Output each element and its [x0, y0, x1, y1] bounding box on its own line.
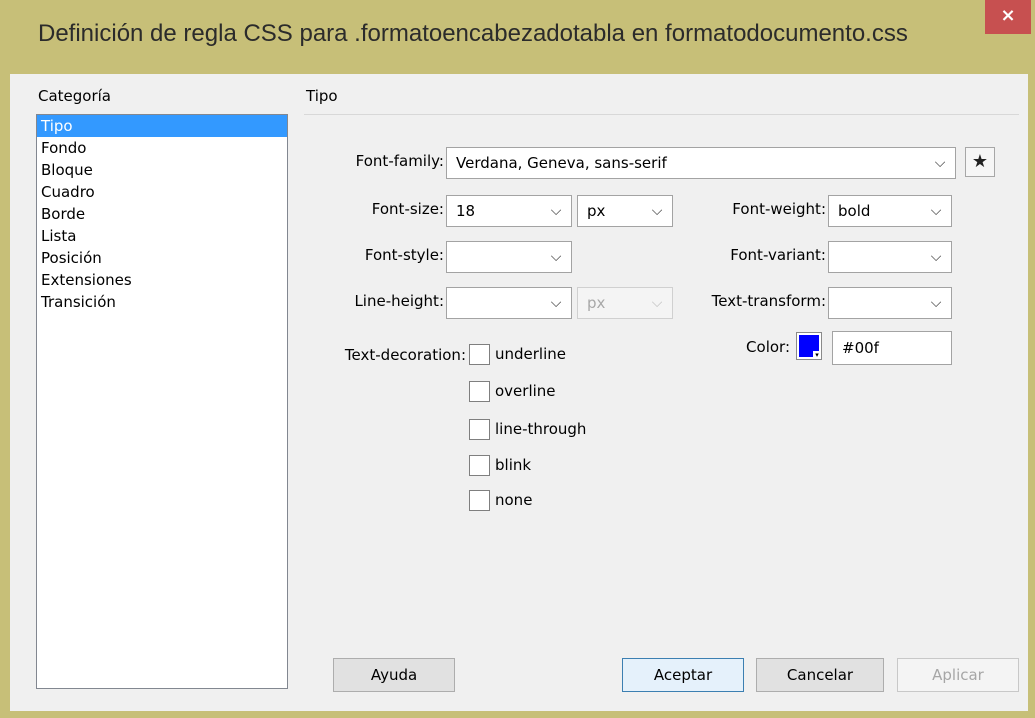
close-button[interactable]: × [985, 0, 1031, 34]
font-variant-select[interactable]: ⌵ [828, 241, 952, 273]
font-weight-label: Font-weight: [732, 200, 826, 218]
apply-button: Aplicar [897, 658, 1019, 692]
font-size-value: 18 [456, 202, 476, 220]
category-list[interactable]: Tipo Fondo Bloque Cuadro Borde Lista Pos… [36, 114, 288, 689]
color-label: Color: [746, 338, 790, 356]
text-decoration-label: Text-decoration: [344, 346, 466, 364]
underline-checkbox[interactable] [469, 344, 490, 365]
title-bar: Definición de regla CSS para .formatoenc… [0, 0, 1035, 74]
line-height-unit-value: px [587, 294, 606, 312]
category-item-lista[interactable]: Lista [37, 225, 287, 247]
font-family-select[interactable]: Verdana, Geneva, sans-serif ⌵ [446, 147, 956, 179]
dialog-title: Definición de regla CSS para .formatoenc… [38, 20, 908, 47]
chevron-down-icon: ⌵ [930, 249, 942, 265]
star-button[interactable]: ★ [965, 147, 995, 177]
category-item-cuadro[interactable]: Cuadro [37, 181, 287, 203]
line-height-unit-select: px ⌵ [577, 287, 673, 319]
chevron-down-icon: ⌵ [550, 249, 562, 265]
font-size-label: Font-size: [371, 200, 444, 218]
chevron-down-icon: ⌵ [930, 295, 942, 311]
dialog-body: Categoría Tipo Fondo Bloque Cuadro Borde… [10, 74, 1028, 711]
category-item-posicion[interactable]: Posición [37, 247, 287, 269]
font-family-value: Verdana, Geneva, sans-serif [456, 154, 667, 172]
text-transform-select[interactable]: ⌵ [828, 287, 952, 319]
blink-label: blink [495, 456, 532, 474]
font-weight-value: bold [838, 202, 871, 220]
chevron-down-icon: ⌵ [651, 203, 663, 219]
color-value: #00f [842, 339, 879, 357]
category-label: Categoría [38, 87, 112, 105]
overline-label: overline [495, 382, 556, 400]
chevron-down-icon: ⌵ [550, 203, 562, 219]
chevron-down-icon: ⌵ [930, 203, 942, 219]
section-heading: Tipo [306, 87, 338, 105]
color-swatch-button[interactable]: ▾ [796, 332, 822, 360]
line-through-label: line-through [495, 420, 587, 438]
category-item-extensiones[interactable]: Extensiones [37, 269, 287, 291]
font-variant-label: Font-variant: [730, 246, 826, 264]
star-icon: ★ [971, 151, 989, 172]
color-input[interactable]: #00f [832, 331, 952, 365]
none-checkbox[interactable] [469, 490, 490, 511]
font-size-unit-select[interactable]: px ⌵ [577, 195, 673, 227]
line-height-label: Line-height: [354, 292, 444, 310]
category-item-transicion[interactable]: Transición [37, 291, 287, 313]
font-style-select[interactable]: ⌵ [446, 241, 572, 273]
category-item-tipo[interactable]: Tipo [37, 115, 287, 137]
text-transform-label: Text-transform: [711, 292, 826, 310]
ok-button[interactable]: Aceptar [622, 658, 744, 692]
chevron-down-icon: ⌵ [550, 295, 562, 311]
chevron-down-icon: ⌵ [651, 295, 663, 311]
line-through-checkbox[interactable] [469, 419, 490, 440]
underline-label: underline [495, 345, 567, 363]
category-item-borde[interactable]: Borde [37, 203, 287, 225]
overline-checkbox[interactable] [469, 381, 490, 402]
help-button[interactable]: Ayuda [333, 658, 455, 692]
cancel-button[interactable]: Cancelar [756, 658, 884, 692]
font-style-label: Font-style: [364, 246, 444, 264]
blink-checkbox[interactable] [469, 455, 490, 476]
chevron-down-icon: ⌵ [934, 155, 946, 171]
font-size-unit-value: px [587, 202, 606, 220]
font-family-label: Font-family: [355, 152, 444, 170]
font-weight-select[interactable]: bold ⌵ [828, 195, 952, 227]
none-label: none [495, 491, 533, 509]
section-divider [304, 114, 1019, 115]
dropdown-arrow-icon: ▾ [813, 351, 821, 359]
close-icon: × [1000, 5, 1016, 26]
category-item-fondo[interactable]: Fondo [37, 137, 287, 159]
font-size-select[interactable]: 18 ⌵ [446, 195, 572, 227]
category-item-bloque[interactable]: Bloque [37, 159, 287, 181]
line-height-select[interactable]: ⌵ [446, 287, 572, 319]
